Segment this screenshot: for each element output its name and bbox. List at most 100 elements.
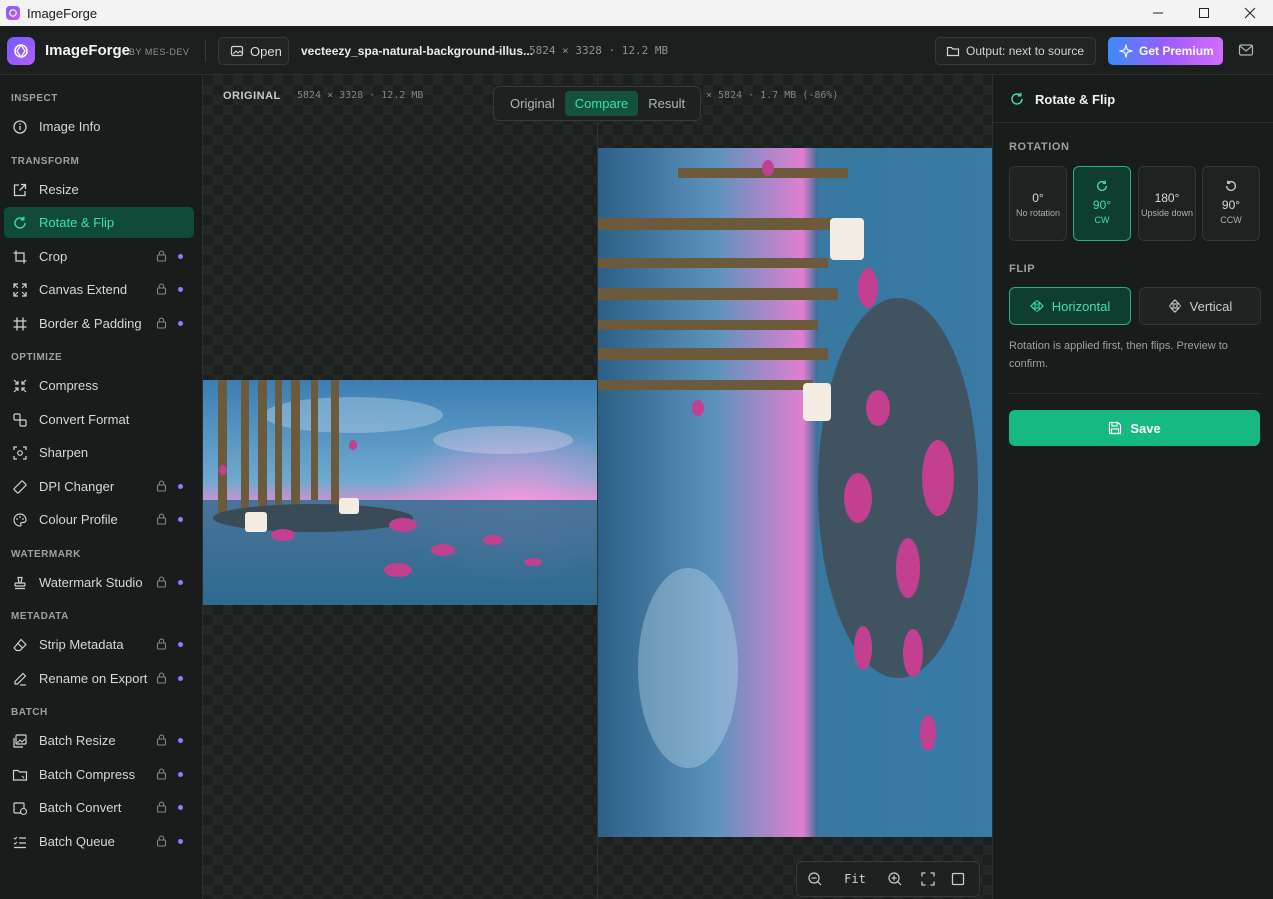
rotation-caption: No rotation	[1015, 208, 1061, 218]
view-result-tab[interactable]: Result	[638, 91, 695, 116]
zoom-fit-button[interactable]: Fit	[833, 872, 877, 886]
lock-icon	[156, 283, 167, 295]
lock-icon	[156, 576, 167, 588]
output-location-button[interactable]: Output: next to source	[935, 37, 1096, 65]
eraser-icon	[12, 637, 28, 653]
rotation-degree: 180°	[1154, 191, 1180, 205]
premium-dot	[178, 287, 183, 292]
section-metadata: METADATA	[11, 611, 69, 622]
sidebar-item-sharpen[interactable]: Sharpen	[4, 437, 194, 468]
feedback-button[interactable]	[1238, 42, 1254, 63]
batch-convert-icon	[12, 800, 28, 816]
sidebar-item-image-info[interactable]: Image Info	[4, 111, 194, 142]
section-transform: TRANSFORM	[11, 156, 80, 167]
minimize-button[interactable]	[1135, 0, 1181, 26]
sidebar-item-label: DPI Changer	[39, 479, 115, 494]
zoom-out-button[interactable]	[797, 871, 833, 887]
sidebar-item-label: Batch Convert	[39, 800, 122, 815]
flip-vertical-button[interactable]: Vertical	[1139, 287, 1261, 325]
get-premium-button[interactable]: Get Premium	[1108, 37, 1223, 65]
view-compare-tab[interactable]: Compare	[564, 91, 639, 116]
section-inspect: INSPECT	[11, 93, 58, 104]
premium-dot	[178, 580, 183, 585]
sidebar-item-dpi-changer[interactable]: DPI Changer	[4, 471, 194, 502]
sidebar-item-batch-queue[interactable]: Batch Queue	[4, 826, 194, 857]
zoom-toolbar: Fit	[796, 861, 980, 897]
premium-dot	[178, 676, 183, 681]
sidebar-item-colour-profile[interactable]: Colour Profile	[4, 504, 194, 535]
toolbar-divider	[205, 40, 206, 62]
rotate-90-ccw-button[interactable]: 90° CCW	[1202, 166, 1260, 241]
window-titlebar: ImageForge	[0, 0, 1273, 26]
result-image	[598, 148, 992, 837]
close-window-button[interactable]	[1227, 0, 1273, 26]
convert-icon	[12, 412, 28, 428]
sidebar-item-crop[interactable]: Crop	[4, 241, 194, 272]
sidebar-item-label: Crop	[39, 249, 68, 264]
lock-icon	[156, 801, 167, 813]
flip-horizontal-button[interactable]: Horizontal	[1009, 287, 1131, 325]
lock-icon	[156, 734, 167, 746]
folder-icon	[12, 767, 28, 783]
maximize-button[interactable]	[1181, 0, 1227, 26]
sidebar-item-batch-compress[interactable]: Batch Compress	[4, 759, 194, 790]
rotate-0-button[interactable]: 0° No rotation	[1009, 166, 1067, 241]
panel-title: Rotate & Flip	[1035, 92, 1116, 107]
sidebar-item-convert-format[interactable]: Convert Format	[4, 404, 194, 435]
open-button[interactable]: Open	[218, 37, 289, 65]
flip-label: FLIP	[1009, 263, 1036, 275]
rotate-180-button[interactable]: 180° Upside down	[1138, 166, 1196, 241]
sidebar-item-label: Compress	[39, 378, 99, 393]
file-name: vecteezy_spa-natural-background-illus...	[301, 44, 534, 58]
premium-dot	[178, 321, 183, 326]
premium-label: Get Premium	[1139, 44, 1214, 58]
fullscreen-button[interactable]	[943, 871, 973, 887]
info-icon	[12, 119, 28, 135]
rotation-degree: 90°	[1221, 198, 1241, 212]
sidebar-item-label: Sharpen	[39, 445, 89, 460]
sidebar-item-batch-convert[interactable]: Batch Convert	[4, 792, 194, 823]
rotation-label: ROTATION	[1009, 141, 1070, 153]
sidebar-item-resize[interactable]: Resize	[4, 174, 194, 205]
rotation-degree: 0°	[1032, 191, 1044, 205]
sidebar-item-compress[interactable]: Compress	[4, 370, 194, 401]
folder-icon	[946, 46, 960, 57]
rotation-caption: CCW	[1220, 215, 1242, 225]
mail-icon	[1238, 44, 1254, 56]
premium-dot	[178, 254, 183, 259]
sidebar-item-canvas-extend[interactable]: Canvas Extend	[4, 274, 194, 305]
compress-icon	[12, 378, 28, 394]
rotate-icon	[1011, 92, 1023, 105]
sidebar-item-rename-on-export[interactable]: Rename on Export	[4, 663, 194, 694]
rotate-ccw-icon	[1225, 180, 1237, 191]
brand-name: ImageForge	[45, 42, 131, 59]
fit-screen-icon	[921, 872, 935, 886]
fit-screen-button[interactable]	[913, 871, 943, 887]
sidebar-item-watermark-studio[interactable]: Watermark Studio	[4, 567, 194, 598]
panel-divider	[1009, 393, 1260, 394]
lock-icon	[156, 768, 167, 780]
sidebar-item-label: Watermark Studio	[39, 575, 143, 590]
lock-icon	[156, 835, 167, 847]
sidebar-item-border-padding[interactable]: Border & Padding	[4, 308, 194, 339]
zoom-in-icon	[888, 872, 902, 886]
brand-logo-icon	[7, 37, 35, 65]
sidebar-item-batch-resize[interactable]: Batch Resize	[4, 725, 194, 756]
view-original-tab[interactable]: Original	[500, 91, 565, 116]
sidebar-item-strip-metadata[interactable]: Strip Metadata	[4, 629, 194, 660]
sidebar-item-rotate-flip[interactable]: Rotate & Flip	[4, 207, 194, 238]
preview-canvas[interactable]: ORIGINAL 5824 × 3328 · 12.2 MB × 5824 · …	[203, 75, 992, 899]
lock-icon	[156, 250, 167, 262]
resize-icon	[12, 182, 28, 198]
save-icon	[1109, 421, 1122, 435]
premium-dot	[178, 738, 183, 743]
zoom-in-button[interactable]	[877, 871, 913, 887]
premium-dot	[178, 517, 183, 522]
sidebar-item-label: Resize	[39, 182, 79, 197]
save-button[interactable]: Save	[1009, 410, 1260, 446]
pen-icon	[12, 671, 28, 687]
original-meta: 5824 × 3328 · 12.2 MB	[297, 90, 424, 101]
rotate-90-cw-button[interactable]: 90° CW	[1073, 166, 1131, 241]
sidebar-item-label: Convert Format	[39, 412, 130, 427]
expand-icon	[12, 282, 28, 298]
